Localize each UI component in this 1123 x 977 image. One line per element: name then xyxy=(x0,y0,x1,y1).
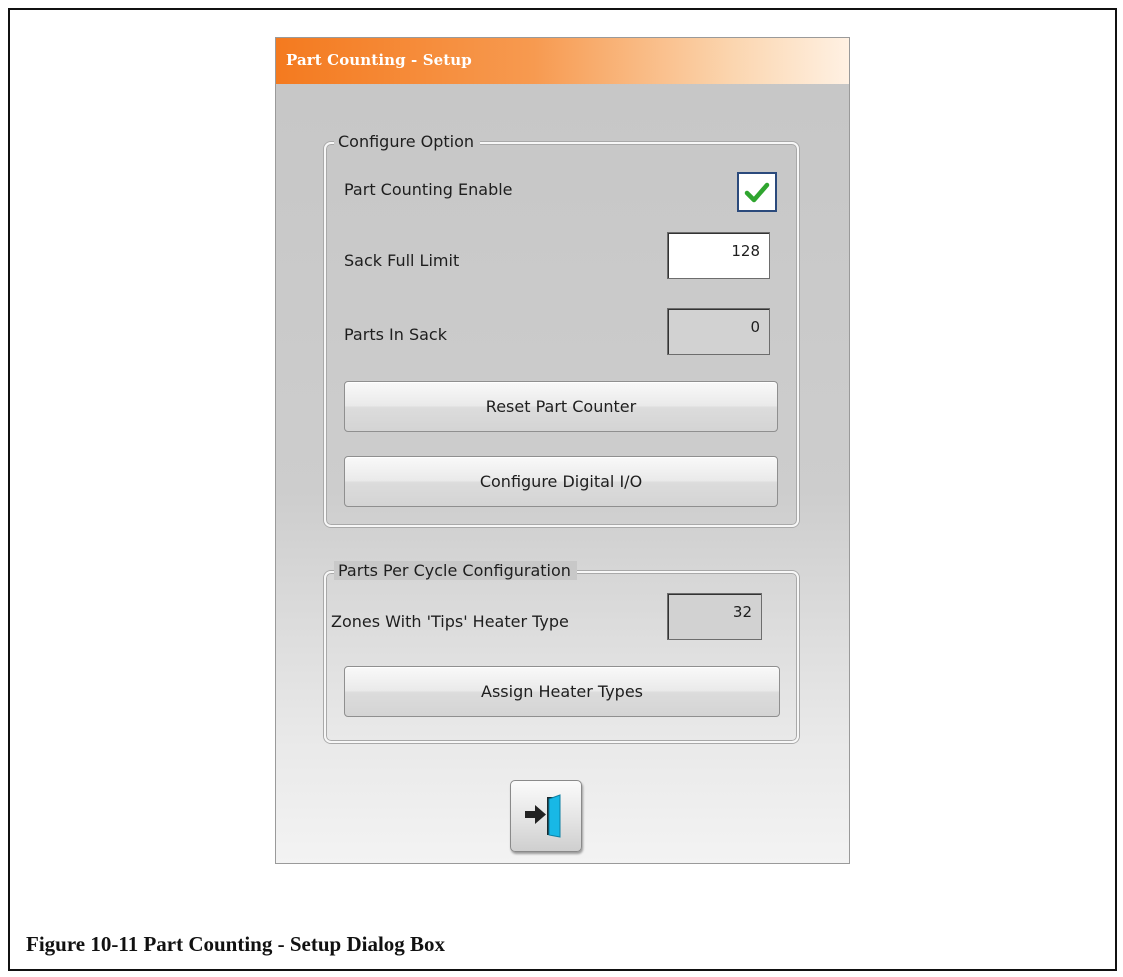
exit-button[interactable] xyxy=(510,780,582,852)
parts-in-sack-label: Parts In Sack xyxy=(344,325,447,344)
parts-per-cycle-group: Parts Per Cycle Configuration Zones With… xyxy=(324,561,799,743)
zones-tips-heater-label: Zones With 'Tips' Heater Type xyxy=(331,612,569,631)
configure-option-legend: Configure Option xyxy=(334,132,481,151)
sack-full-limit-input[interactable]: 128 xyxy=(667,232,770,279)
zones-tips-heater-value: 32 xyxy=(667,593,762,640)
assign-heater-types-button[interactable]: Assign Heater Types xyxy=(344,666,780,717)
reset-part-counter-button[interactable]: Reset Part Counter xyxy=(344,381,778,432)
part-counting-enable-checkbox[interactable] xyxy=(737,172,777,212)
checkmark-icon xyxy=(744,182,770,203)
dialog-title: Part Counting - Setup xyxy=(286,51,472,69)
exit-door-icon xyxy=(525,794,561,838)
parts-per-cycle-legend: Parts Per Cycle Configuration xyxy=(334,561,577,580)
part-counting-enable-label: Part Counting Enable xyxy=(344,180,513,199)
dialog-titlebar: Part Counting - Setup xyxy=(276,38,849,84)
parts-in-sack-value: 0 xyxy=(667,308,770,355)
sack-full-limit-label: Sack Full Limit xyxy=(344,251,460,270)
figure-caption: Figure 10-11 Part Counting - Setup Dialo… xyxy=(26,932,446,956)
configure-digital-io-button[interactable]: Configure Digital I/O xyxy=(344,456,778,507)
part-counting-setup-dialog: Part Counting - Setup Configure Option P… xyxy=(275,37,850,864)
configure-option-group: Configure Option Part Counting Enable Sa… xyxy=(324,132,799,527)
